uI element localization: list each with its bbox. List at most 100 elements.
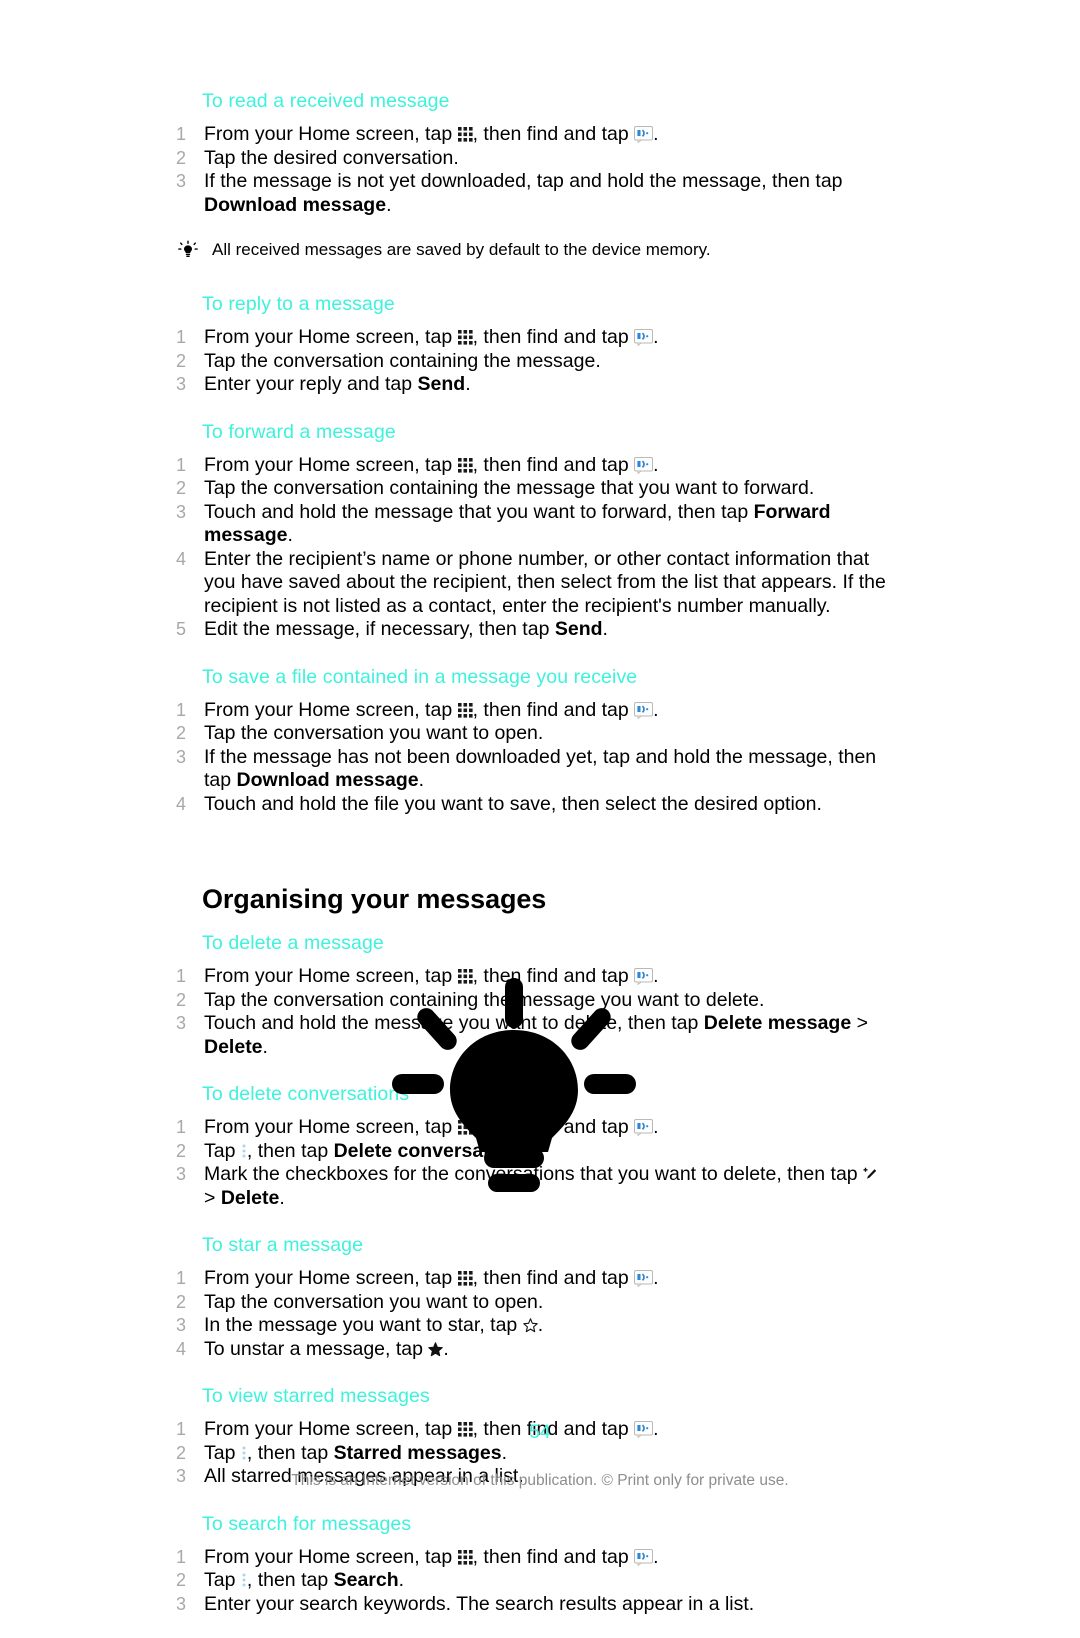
app-grid-icon — [458, 1548, 473, 1563]
spacer — [176, 816, 888, 838]
step-text: Enter your search keywords. The search r… — [204, 1593, 754, 1615]
spacer — [176, 838, 888, 882]
step-number: 2 — [176, 1291, 192, 1315]
tip-lightbulb-icon — [178, 240, 198, 260]
app-grid-icon — [458, 1118, 473, 1133]
step-number: 3 — [176, 1593, 192, 1617]
step-number: 5 — [176, 618, 192, 642]
page-number: 54 — [0, 1421, 1080, 1445]
messaging-icon — [634, 126, 653, 143]
step-text: From your Home screen, tap — [204, 1546, 458, 1568]
step-item: 2Tap , then tap Starred messages. — [176, 1442, 888, 1466]
step-item: 5Edit the message, if necessary, then ta… — [176, 618, 888, 642]
step-text: . — [399, 1569, 404, 1591]
emphasised-term: Send — [418, 373, 466, 395]
procedure-section: To read a received message 1From your Hom… — [176, 88, 888, 291]
step-item: 3Touch and hold the message that you wan… — [176, 501, 888, 548]
step-text: From your Home screen, tap — [204, 326, 458, 348]
step-number: 1 — [176, 326, 192, 350]
step-list: 1From your Home screen, tap , then find … — [176, 454, 888, 642]
step-item: 1From your Home screen, tap , then find … — [176, 1267, 888, 1291]
tip-text: All received messages are saved by defau… — [212, 240, 711, 259]
messaging-icon — [634, 968, 653, 985]
step-text: Tap the desired conversation. — [204, 147, 459, 169]
step-text: , then find and tap — [473, 699, 635, 721]
spacer — [176, 1616, 888, 1638]
chapter-title: Organising your messages — [202, 882, 888, 916]
step-text: . — [465, 373, 470, 395]
step-text: From your Home screen, tap — [204, 1116, 458, 1138]
step-text: , then find and tap — [473, 123, 635, 145]
step-number: 4 — [176, 793, 192, 817]
step-number: 1 — [176, 1267, 192, 1291]
step-text: . — [443, 1338, 448, 1360]
step-text: From your Home screen, tap — [204, 699, 458, 721]
spacer — [176, 261, 888, 291]
step-item: 1From your Home screen, tap , then find … — [176, 454, 888, 478]
step-number: 1 — [176, 1546, 192, 1570]
spacer — [176, 1059, 888, 1081]
step-number: 1 — [176, 699, 192, 723]
section-heading: To star a message — [202, 1232, 888, 1258]
step-text: Tap — [204, 1569, 241, 1591]
step-number: 4 — [176, 548, 192, 572]
step-number: 2 — [176, 477, 192, 501]
step-text: From your Home screen, tap — [204, 1267, 458, 1289]
step-text: . — [287, 524, 292, 546]
procedure-section: To search for messages1From your Home sc… — [176, 1511, 888, 1638]
step-number: 2 — [176, 1140, 192, 1164]
spacer — [176, 397, 888, 419]
messaging-icon — [634, 702, 653, 719]
app-grid-icon — [458, 967, 473, 982]
step-item: 4To unstar a message, tap . — [176, 1338, 888, 1362]
step-text: Tap the conversation containing the mess… — [204, 989, 764, 1011]
step-number: 2 — [176, 147, 192, 171]
star-icon — [523, 1316, 538, 1331]
step-item: 4Touch and hold the file you want to sav… — [176, 793, 888, 817]
step-text: . — [419, 769, 424, 791]
step-text: , then find and tap — [473, 965, 635, 987]
footer-copyright-note: This is an Internet version of this publ… — [0, 1471, 1080, 1491]
step-item: 2Tap , then tap Delete conversations. — [176, 1140, 888, 1164]
step-list: 1 From your Home screen, tap , then find … — [176, 326, 888, 397]
emphasised-term: Download message — [204, 194, 386, 216]
app-grid-icon — [458, 125, 473, 140]
step-text: , then find and tap — [473, 326, 635, 348]
step-text: Mark the checkboxes for the conversation… — [204, 1163, 863, 1185]
section-heading: To forward a message — [202, 419, 888, 445]
step-item: 3Mark the checkboxes for the conversatio… — [176, 1163, 888, 1210]
step-text: . — [530, 1140, 535, 1162]
step-item: 3If the message has not been downloaded … — [176, 746, 888, 793]
step-number: 1 — [176, 123, 192, 147]
step-number: 2 — [176, 1442, 192, 1466]
step-item: 3If the message is not yet downloaded, t… — [176, 170, 888, 217]
step-text: . — [653, 699, 658, 721]
step-text: Touch and hold the message that you want… — [204, 501, 754, 523]
procedure-section: To delete conversations1From your Home s… — [176, 1081, 888, 1232]
step-text: . — [653, 123, 658, 145]
star-filled-icon — [428, 1340, 443, 1355]
step-number: 3 — [176, 1012, 192, 1036]
step-text: Enter the recipient’s name or phone numb… — [204, 548, 886, 617]
step-item: 3Enter your reply and tap Send. — [176, 373, 888, 397]
messaging-icon — [634, 1270, 653, 1287]
step-number: 2 — [176, 989, 192, 1013]
overflow-menu-icon — [241, 1142, 247, 1158]
step-text: . — [653, 454, 658, 476]
procedure-section: To star a message 1 From your Home screen,… — [176, 1232, 888, 1383]
section-heading: To read a received message — [202, 88, 888, 114]
step-item: 2Tap the conversation containing the mes… — [176, 350, 888, 374]
emphasised-term: Delete — [204, 1036, 263, 1058]
step-list: 1From your Home screen, tap , then find … — [176, 123, 888, 217]
step-list: 1From your Home screen, tap , then find … — [176, 1116, 888, 1210]
section-heading: To save a file contained in a message yo… — [202, 664, 888, 690]
step-text: Tap — [204, 1140, 241, 1162]
sections-container: To read a received message 1 From your Hom… — [176, 88, 888, 838]
step-text: To unstar a message, tap — [204, 1338, 428, 1360]
step-number: 2 — [176, 722, 192, 746]
step-item: 2Tap , then tap Search. — [176, 1569, 888, 1593]
tip-note: All received messages are saved by defau… — [176, 239, 888, 261]
procedure-section: To save a file contained in a message yo… — [176, 664, 888, 839]
step-list: 1From your Home screen, tap , then find … — [176, 1267, 888, 1361]
step-number: 1 — [176, 454, 192, 478]
